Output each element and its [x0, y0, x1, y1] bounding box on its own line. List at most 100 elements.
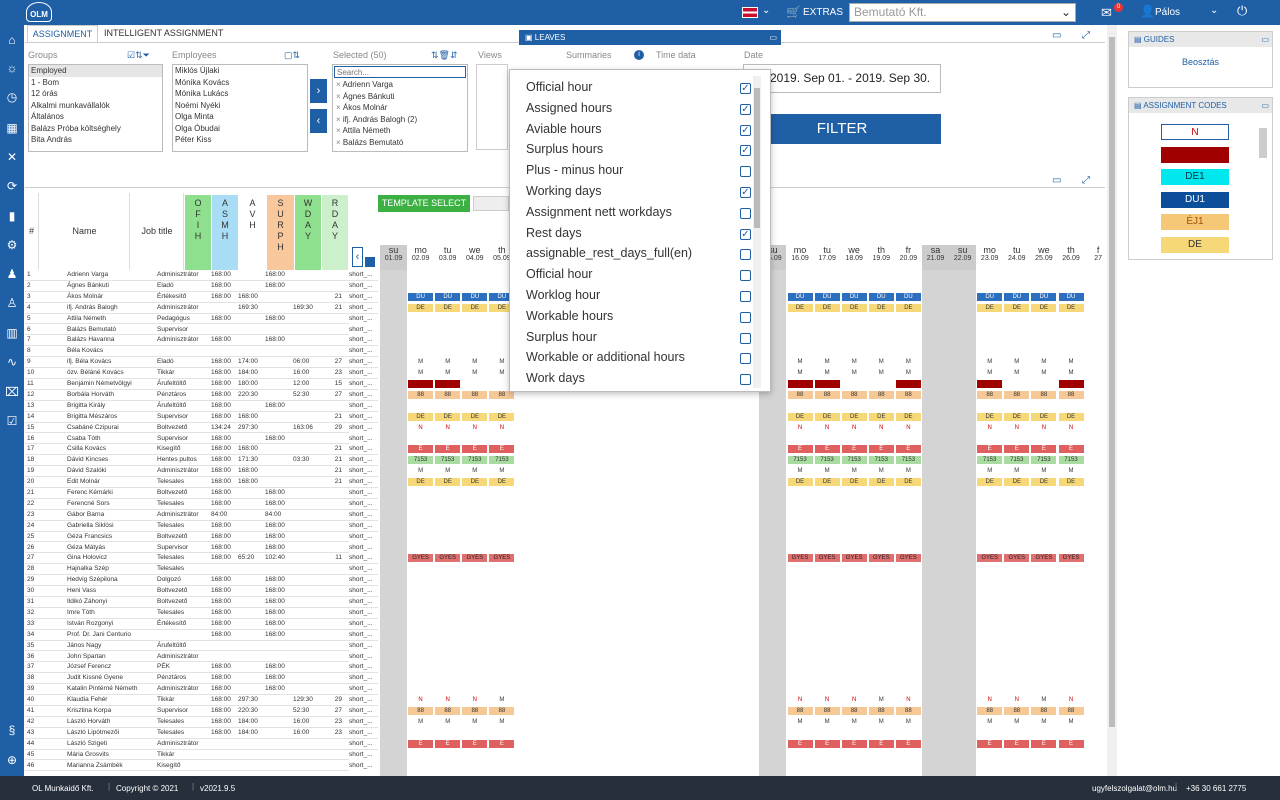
day-header[interactable]: tu 24.09	[1003, 245, 1030, 270]
assignment-cell[interactable]: DE	[895, 412, 921, 421]
assignment-cell[interactable]: 88	[895, 390, 921, 399]
assignment-cell[interactable]: É	[841, 739, 867, 748]
assignment-cell[interactable]: M	[787, 467, 813, 476]
table-row[interactable]: 31Ildikó ZáhonyiBoltvezető168:00168:0030…	[25, 597, 379, 608]
tab-intelligent-assignment[interactable]: INTELLIGENT ASSIGNMENT	[104, 25, 229, 42]
table-row[interactable]: 29Hedvig SzépilonaDolgozó168:00168:0030s…	[25, 575, 379, 587]
assignment-cell[interactable]: DE	[977, 412, 1003, 421]
cart-icon[interactable]: 🛒	[786, 5, 801, 19]
gears-icon[interactable]: ⚙	[4, 237, 20, 253]
assignment-cell[interactable]: 88	[1031, 707, 1057, 715]
assignment-cell[interactable]: M	[868, 696, 894, 705]
filter-icon[interactable]: ⏷	[143, 50, 150, 60]
assignment-cell[interactable]: DU	[1031, 292, 1057, 301]
template-select-button[interactable]: TEMPLATE SELECT	[378, 195, 470, 212]
day-header[interactable]: fr 20.09	[895, 245, 922, 270]
checkbox[interactable]	[740, 311, 751, 323]
template-select-input[interactable]	[473, 196, 509, 211]
sort-icon[interactable]: ⇅	[135, 50, 143, 60]
assignment-cell[interactable]: M	[977, 369, 1003, 378]
list-item[interactable]: Általános	[29, 111, 162, 123]
assignment-cell[interactable]: M	[489, 467, 515, 476]
assignment-cell[interactable]: GYES	[489, 554, 515, 563]
assignment-cell[interactable]: N	[787, 423, 813, 432]
assignment-cell[interactable]: É	[841, 445, 867, 454]
info-icon[interactable]: i	[634, 50, 644, 60]
table-row[interactable]: 25Géza FrancsicsBoltvezető168:00168:0030…	[25, 531, 379, 543]
assignment-cell[interactable]: N	[1058, 696, 1084, 705]
assignment-cell[interactable]: DE	[787, 478, 813, 487]
checkbox[interactable]	[740, 207, 751, 219]
checkbox[interactable]	[740, 353, 751, 365]
assignment-cell[interactable]: M	[1031, 696, 1057, 705]
assignment-cell[interactable]: 88	[814, 390, 840, 399]
assignment-cell[interactable]: 88	[895, 707, 921, 715]
employees-list[interactable]: Miklós Újlaki Mónika Kovács Mónika Lukác…	[172, 64, 308, 152]
list-item[interactable]: Miklós Újlaki	[173, 65, 307, 77]
expand-icon[interactable]: ⤢	[1082, 30, 1090, 41]
assignment-cell[interactable]: DE	[977, 303, 1003, 312]
table-row[interactable]: 3Ákos MolnárÉrtékesítő168:00168:00219sho…	[25, 291, 379, 303]
dropdown-scrollbar[interactable]	[753, 76, 761, 388]
assignment-cell[interactable]: 7153	[1058, 456, 1084, 465]
assignment-cell[interactable]: DE	[787, 303, 813, 312]
assignment-cell[interactable]: M	[1031, 467, 1057, 476]
list-item[interactable]: × Adrienn Varga	[334, 79, 454, 91]
assignment-cell[interactable]: 88	[408, 707, 434, 715]
checkbox[interactable]	[740, 332, 751, 344]
table-row[interactable]: 2Ágnes BánkutiEladó168:00168:0030short_.…	[25, 280, 379, 292]
assignment-cell[interactable]: É	[1058, 445, 1084, 454]
assignment-cell[interactable]: M	[841, 467, 867, 476]
assignment-cell[interactable]: M	[977, 717, 1003, 726]
table-row[interactable]: 39 Katalin Pintérné Németh Adminisztrátor 1…	[25, 684, 379, 696]
assignment-cell[interactable]: DE	[1031, 412, 1057, 421]
minimize-icon[interactable]: ▭	[769, 30, 777, 45]
date-range-input[interactable]: 2019. Sep 01. - 2019. Sep 30.	[743, 64, 941, 93]
assignment-cell[interactable]: N	[1058, 423, 1084, 432]
assignment-cell[interactable]: N	[977, 423, 1003, 432]
sun-icon[interactable]: ☼	[4, 60, 20, 76]
assignment-cell[interactable]: N	[814, 696, 840, 705]
assignment-cell[interactable]: M	[1058, 717, 1084, 726]
groups-tools[interactable]: ☑⇅⏷	[127, 50, 150, 61]
assignment-cell[interactable]: M	[435, 717, 461, 726]
assignment-code[interactable]: ÉJ1	[1161, 214, 1229, 230]
company-select[interactable]: Bemutató Kft. ⌄	[849, 3, 1076, 22]
summary-option[interactable]: Rest days ✓	[526, 226, 751, 247]
minimize-icon[interactable]: ▭	[1261, 98, 1269, 113]
window-icon[interactable]: ▭	[1052, 175, 1061, 186]
table-row[interactable]: 20Edit MolnárTelesales168:00168:00219sho…	[25, 477, 379, 488]
assignment-cell[interactable]: É	[814, 445, 840, 454]
assignment-cell[interactable]: DE	[1058, 412, 1084, 421]
assignment-cell[interactable]: 7153	[462, 456, 488, 465]
filter-button[interactable]: FILTER	[743, 114, 941, 144]
day-header[interactable]: mo 23.09	[976, 245, 1003, 270]
day-header[interactable]: th 26.09	[1058, 245, 1085, 270]
assignment-cell[interactable]: 7153	[841, 456, 867, 465]
assignment-cell[interactable]: GYES	[1004, 554, 1030, 563]
table-row[interactable]: 24 Gabriella Siklósi Telesales 168:00 168:00…	[25, 520, 379, 532]
table-row[interactable]: 7 Balázs Havanna Adminisztrátor 168:00 168:0…	[25, 335, 379, 347]
checkbox-checked[interactable]: ✓	[740, 228, 751, 240]
assignment-cell[interactable]: DE	[1004, 412, 1030, 421]
assignment-cell[interactable]: 88	[1004, 390, 1030, 399]
assignment-cell[interactable]: 7153	[787, 456, 813, 465]
assignment-cell[interactable]: DU	[895, 292, 921, 301]
assignment-cell[interactable]: M	[435, 358, 461, 367]
summary-option[interactable]: Aviable hours ✓	[526, 122, 751, 143]
chevron-down-icon[interactable]: ⌄	[762, 5, 770, 16]
assignment-cell[interactable]: DE	[1031, 478, 1057, 487]
assignment-cell[interactable]: M	[1004, 717, 1030, 726]
line-chart-icon[interactable]: ∿	[4, 354, 20, 370]
assignment-cell[interactable]: GYES	[462, 554, 488, 563]
assignment-cell[interactable]	[787, 380, 813, 388]
assignment-cell[interactable]: DE	[814, 303, 840, 312]
selected-tools[interactable]: ⇅🗑⇵	[431, 50, 458, 61]
assignment-cell[interactable]: N	[1004, 423, 1030, 432]
assignment-cell[interactable]: M	[1058, 358, 1084, 367]
table-row[interactable]: 9 ifj. Béla Kovács Eladó 168:00 174:00 06:00 2…	[25, 357, 379, 369]
list-item[interactable]: × Ágnes Bánkuti	[334, 91, 454, 103]
table-row[interactable]: 6Balázs BemutatóSupervisor30short_...	[25, 324, 379, 336]
assignment-cell[interactable]: DU	[868, 292, 894, 301]
list-item[interactable]: 12 órás	[29, 88, 162, 100]
